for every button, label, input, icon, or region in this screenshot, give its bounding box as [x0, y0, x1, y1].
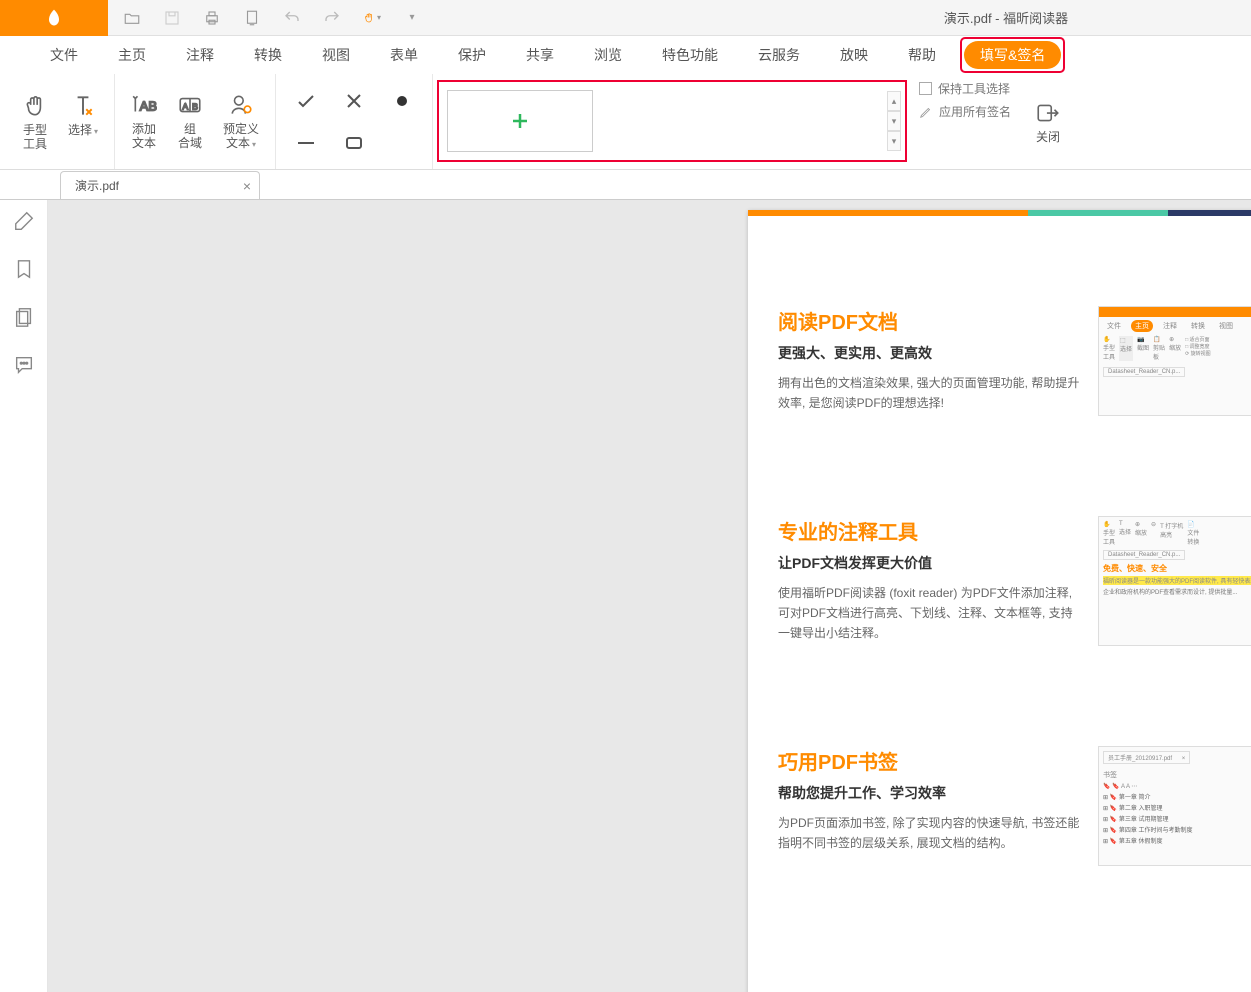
section-title: 专业的注释工具 — [778, 516, 1084, 545]
tab-feature[interactable]: 特色功能 — [642, 36, 738, 74]
window-title: 演示.pdf - 福昕阅读器 — [421, 8, 1251, 27]
tab-browse[interactable]: 浏览 — [574, 36, 642, 74]
qat-more-icon[interactable]: ▾ — [403, 9, 421, 27]
hand-tool-button[interactable]: 手型 工具 — [16, 89, 54, 155]
tab-home[interactable]: 主页 — [98, 36, 166, 74]
tab-comment[interactable]: 注释 — [166, 36, 234, 74]
section-thumbnail: 员工手册_20120917.pdf × 书签 🔖 🔖 A A ⋯ ⊞ 🔖 第一章… — [1098, 746, 1251, 866]
document-tab[interactable]: 演示.pdf × — [60, 171, 260, 199]
foxit-logo-icon — [44, 8, 64, 28]
comment-icon[interactable] — [13, 354, 35, 376]
snapshot-icon[interactable] — [243, 9, 261, 27]
apply-all-button[interactable]: 应用所有签名 — [919, 103, 1011, 120]
tab-form[interactable]: 表单 — [370, 36, 438, 74]
close-tab-icon[interactable]: × — [243, 178, 251, 194]
section-subtitle: 更强大、更实用、更高效 — [778, 343, 1084, 363]
line-tool-icon[interactable] — [294, 131, 318, 155]
svg-text:A: A — [182, 101, 188, 111]
section-subtitle: 帮助您提升工作、学习效率 — [778, 783, 1084, 803]
app-logo — [0, 0, 108, 36]
menu-bar: 文件 主页 注释 转换 视图 表单 保护 共享 浏览 特色功能 云服务 放映 帮… — [0, 36, 1251, 74]
keep-tool-checkbox[interactable]: 保持工具选择 — [919, 80, 1011, 97]
document-tab-strip: 演示.pdf × — [0, 170, 1251, 200]
section-body: 为PDF页面添加书签, 除了实现内容的快速导航, 书签还能指明不同书签的层级关系… — [778, 813, 1084, 853]
document-view[interactable]: 阅读PDF文档 更强大、更实用、更高效 拥有出色的文档渲染效果, 强大的页面管理… — [48, 200, 1251, 992]
close-exit-icon — [1035, 100, 1061, 126]
svg-text:B: B — [192, 101, 198, 111]
pen-icon — [919, 105, 933, 119]
dot-tool-icon[interactable] — [390, 89, 414, 113]
print-icon[interactable] — [203, 9, 221, 27]
scroll-down-icon[interactable]: ▾ — [887, 111, 901, 131]
add-text-icon: AB — [131, 92, 157, 118]
section-body: 使用福昕PDF阅读器 (foxit reader) 为PDF文件添加注释, 可对… — [778, 583, 1084, 643]
section-read: 阅读PDF文档 更强大、更实用、更高效 拥有出色的文档渲染效果, 强大的页面管理… — [748, 276, 1251, 416]
save-icon[interactable] — [163, 9, 181, 27]
rect-tool-icon[interactable] — [342, 131, 366, 155]
tab-fill-sign[interactable]: 填写&签名 — [964, 41, 1061, 69]
redo-icon[interactable] — [323, 9, 341, 27]
checkmark-tool-icon[interactable] — [294, 89, 318, 113]
undo-icon[interactable] — [283, 9, 301, 27]
close-ribbon-button[interactable]: 关闭 — [1029, 96, 1067, 148]
section-thumbnail: ✋手型工具T选择⊕缩放⊖T 打字机高亮📄文件转换 Datasheet_Reade… — [1098, 516, 1251, 646]
sidebar — [0, 200, 48, 992]
tab-protect[interactable]: 保护 — [438, 36, 506, 74]
add-signature-button[interactable] — [447, 90, 593, 152]
svg-text:AB: AB — [140, 98, 157, 113]
predefined-text-button[interactable]: 预定义 文本▾ — [217, 88, 265, 156]
combine-field-icon: AB — [177, 92, 203, 118]
scroll-more-icon[interactable]: ▾ — [887, 131, 901, 151]
eraser-icon[interactable] — [13, 210, 35, 232]
tab-present[interactable]: 放映 — [820, 36, 888, 74]
hand-icon — [22, 93, 48, 119]
highlight-box-active-tab: 填写&签名 — [960, 37, 1065, 73]
select-text-icon — [70, 93, 96, 119]
ribbon: 手型 工具 选择▾ AB 添加 文本 AB 组 合域 预定义 文本▾ — [0, 74, 1251, 170]
gallery-scroll: ▴ ▾ ▾ — [887, 91, 901, 151]
tab-file[interactable]: 文件 — [30, 36, 98, 74]
section-annotate: 专业的注释工具 让PDF文档发挥更大价值 使用福昕PDF阅读器 (foxit r… — [748, 486, 1251, 646]
quick-access-toolbar: ▾ ▾ — [108, 9, 421, 27]
cross-tool-icon[interactable] — [342, 89, 366, 113]
title-bar: ▾ ▾ 演示.pdf - 福昕阅读器 — [0, 0, 1251, 36]
tab-convert[interactable]: 转换 — [234, 36, 302, 74]
scroll-up-icon[interactable]: ▴ — [887, 91, 901, 111]
bookmark-icon[interactable] — [13, 258, 35, 280]
section-thumbnail: 文件 主页 注释 转换 视图 ✋手型工具⬚选择📷截图📋剪贴板⊕缩放 □ 适合页面… — [1098, 306, 1251, 416]
section-subtitle: 让PDF文档发挥更大价值 — [778, 553, 1084, 573]
open-icon[interactable] — [123, 9, 141, 27]
tab-help[interactable]: 帮助 — [888, 36, 956, 74]
pages-icon[interactable] — [13, 306, 35, 328]
main-area: ▶ 阅读PDF文档 更强大、更实用、更高效 拥有出色的文档渲染效果, 强大的页面… — [0, 200, 1251, 992]
tab-share[interactable]: 共享 — [506, 36, 574, 74]
tab-view[interactable]: 视图 — [302, 36, 370, 74]
plus-icon — [508, 109, 532, 133]
predefined-text-icon — [228, 92, 254, 118]
section-body: 拥有出色的文档渲染效果, 强大的页面管理功能, 帮助提升效率, 是您阅读PDF的… — [778, 373, 1084, 413]
hand-dropdown-icon[interactable]: ▾ — [363, 9, 381, 27]
section-title: 阅读PDF文档 — [778, 306, 1084, 335]
signature-options: 保持工具选择 应用所有签名 — [911, 74, 1019, 169]
section-bookmark: 巧用PDF书签 帮助您提升工作、学习效率 为PDF页面添加书签, 除了实现内容的… — [748, 716, 1251, 866]
combine-field-button[interactable]: AB 组 合域 — [171, 88, 209, 156]
select-tool-button[interactable]: 选择▾ — [62, 89, 104, 155]
tab-cloud[interactable]: 云服务 — [738, 36, 820, 74]
section-title: 巧用PDF书签 — [778, 746, 1084, 775]
pdf-page: 阅读PDF文档 更强大、更实用、更高效 拥有出色的文档渲染效果, 强大的页面管理… — [748, 210, 1251, 992]
signature-gallery-highlight: ▴ ▾ ▾ — [437, 80, 907, 162]
add-text-button[interactable]: AB 添加 文本 — [125, 88, 163, 156]
